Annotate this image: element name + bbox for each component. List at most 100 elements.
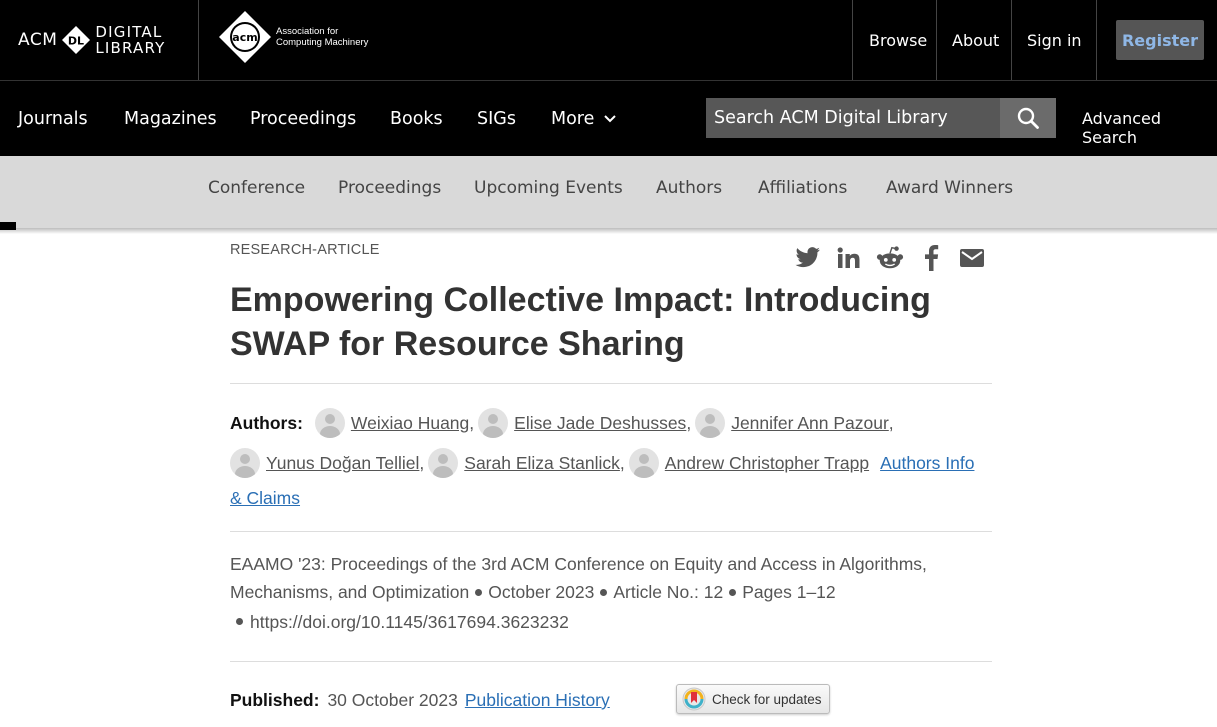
proceedings-title-line1[interactable]: EAAMO '23: Proceedings of the 3rd ACM Co… — [230, 554, 927, 574]
bullet-dot — [236, 618, 243, 625]
advanced-search-link[interactable]: Advanced Search — [1082, 109, 1217, 147]
nav-journals[interactable]: Journals — [18, 81, 88, 157]
top-bar: ACM DL DIGITAL LIBRARY acm Association f… — [0, 0, 1217, 80]
main-nav: Journals Magazines Proceedings Books SIG… — [0, 80, 1217, 156]
author-item[interactable]: Elise Jade Deshusses — [478, 408, 686, 438]
author-separator: , — [888, 412, 894, 433]
proceedings-title-line2[interactable]: Mechanisms, and Optimization — [230, 582, 469, 602]
divider — [230, 661, 992, 662]
acm-org-line2: Computing Machinery — [276, 37, 369, 48]
reddit-icon[interactable] — [876, 244, 904, 272]
dl-logo-line2: LIBRARY — [95, 39, 166, 57]
authors-info-link[interactable]: Authors Info — [880, 453, 974, 474]
dl-badge-text: DL — [68, 35, 84, 48]
divider — [198, 0, 199, 80]
author-item[interactable]: Andrew Christopher Trapp — [628, 448, 869, 478]
search-icon — [1017, 107, 1039, 129]
subnav-conference[interactable]: Conference — [208, 156, 305, 220]
author-separator: , — [419, 452, 425, 473]
avatar-icon — [628, 448, 659, 478]
authors-row: Authors: Weixiao Huang , Elise Jade Desh… — [230, 408, 894, 438]
acm-org-logo[interactable]: acm Association for Computing Machinery — [218, 10, 368, 64]
published-label: Published: — [230, 690, 320, 710]
acm-org-text: Association for Computing Machinery — [276, 26, 368, 48]
dl-diamond-icon: DL — [61, 25, 91, 55]
subnav-proceedings[interactable]: Proceedings — [338, 156, 441, 220]
published-date: 30 October 2023 — [327, 690, 458, 710]
author-name[interactable]: Elise Jade Deshusses — [514, 413, 686, 434]
linkedin-icon[interactable] — [835, 244, 863, 272]
progress-marker — [0, 222, 16, 230]
article-type: RESEARCH-ARTICLE — [230, 242, 380, 258]
email-icon[interactable] — [958, 244, 986, 272]
dl-logo-text: DIGITAL LIBRARY — [95, 24, 165, 56]
acm-dl-logo[interactable]: ACM DL DIGITAL LIBRARY — [18, 18, 166, 62]
nav-sign-in[interactable]: Sign in — [1011, 0, 1098, 80]
publication-history-link[interactable]: Publication History — [465, 690, 610, 711]
published-row: Published: 30 October 2023 Publication H… — [230, 690, 610, 711]
conference-subnav: Conference Proceedings Upcoming Events A… — [0, 156, 1217, 230]
author-item[interactable]: Jennifer Ann Pazour — [695, 408, 889, 438]
author-name[interactable]: Jennifer Ann Pazour — [731, 413, 889, 434]
subnav-award-winners[interactable]: Award Winners — [886, 156, 1013, 220]
avatar-icon — [428, 448, 459, 478]
article-title-line1: Empowering Collective Impact: Introducin… — [230, 281, 931, 319]
nav-proceedings[interactable]: Proceedings — [250, 81, 356, 157]
doi-row: https://doi.org/10.1145/3617694.3623232 — [236, 612, 569, 633]
author-name[interactable]: Andrew Christopher Trapp — [665, 453, 869, 474]
pub-date: October 2023 — [488, 582, 595, 602]
nav-sigs[interactable]: SIGs — [477, 81, 516, 157]
avatar-icon — [695, 408, 726, 438]
article-title: Empowering Collective Impact: Introducin… — [230, 278, 990, 366]
author-name[interactable]: Sarah Eliza Stanlick — [464, 453, 620, 474]
crossmark-icon — [682, 687, 706, 711]
twitter-icon[interactable] — [794, 244, 822, 272]
authors-row: Yunus Doğan Telliel , Sarah Eliza Stanli… — [230, 448, 974, 478]
subnav-affiliations[interactable]: Affiliations — [758, 156, 847, 220]
article-number: Article No.: 12 — [613, 582, 724, 602]
bullet-dot — [475, 588, 483, 596]
acm-org-line1: Association for — [276, 26, 339, 37]
nav-more-label: More — [551, 109, 595, 129]
authors-info-row: & Claims — [230, 488, 300, 509]
author-item[interactable]: Weixiao Huang — [314, 408, 469, 438]
article-title-line2: SWAP for Resource Sharing — [230, 325, 685, 363]
subnav-authors[interactable]: Authors — [656, 156, 722, 220]
divider — [1096, 0, 1097, 80]
authors-label: Authors: — [230, 412, 303, 433]
check-for-updates-button[interactable]: Check for updates — [676, 684, 830, 714]
chevron-down-icon — [603, 114, 617, 124]
bullet-dot — [600, 588, 608, 596]
nav-browse[interactable]: Browse — [853, 0, 943, 80]
nav-magazines[interactable]: Magazines — [124, 81, 217, 157]
bullet-dot — [729, 588, 737, 596]
author-name[interactable]: Weixiao Huang — [351, 413, 469, 434]
author-name[interactable]: Yunus Doğan Telliel — [266, 453, 419, 474]
avatar-icon — [478, 408, 509, 438]
author-separator: , — [469, 412, 475, 433]
avatar-icon — [314, 408, 345, 438]
divider — [230, 531, 992, 532]
author-separator: , — [619, 452, 625, 473]
search-button[interactable] — [1000, 98, 1056, 138]
check-updates-label: Check for updates — [712, 691, 822, 707]
divider — [230, 383, 992, 384]
author-item[interactable]: Sarah Eliza Stanlick — [428, 448, 620, 478]
acm-diamond-icon: acm — [219, 11, 271, 63]
nav-about[interactable]: About — [936, 0, 1015, 80]
nav-books[interactable]: Books — [390, 81, 443, 157]
author-item[interactable]: Yunus Doğan Telliel — [230, 448, 419, 478]
authors-info-link-cont[interactable]: & Claims — [230, 488, 300, 509]
page-range: Pages 1–12 — [742, 582, 836, 602]
subnav-shadow — [0, 228, 1217, 234]
author-separator: , — [686, 412, 692, 433]
search-input[interactable]: Search ACM Digital Library — [706, 98, 1000, 138]
facebook-icon[interactable] — [917, 244, 945, 272]
register-button[interactable]: Register — [1116, 20, 1204, 60]
avatar-icon — [230, 448, 260, 478]
nav-more[interactable]: More — [551, 81, 617, 157]
dl-logo-acm: ACM — [18, 30, 58, 50]
share-bar — [794, 244, 999, 272]
doi-link[interactable]: https://doi.org/10.1145/3617694.3623232 — [250, 612, 569, 633]
subnav-upcoming-events[interactable]: Upcoming Events — [474, 156, 623, 220]
